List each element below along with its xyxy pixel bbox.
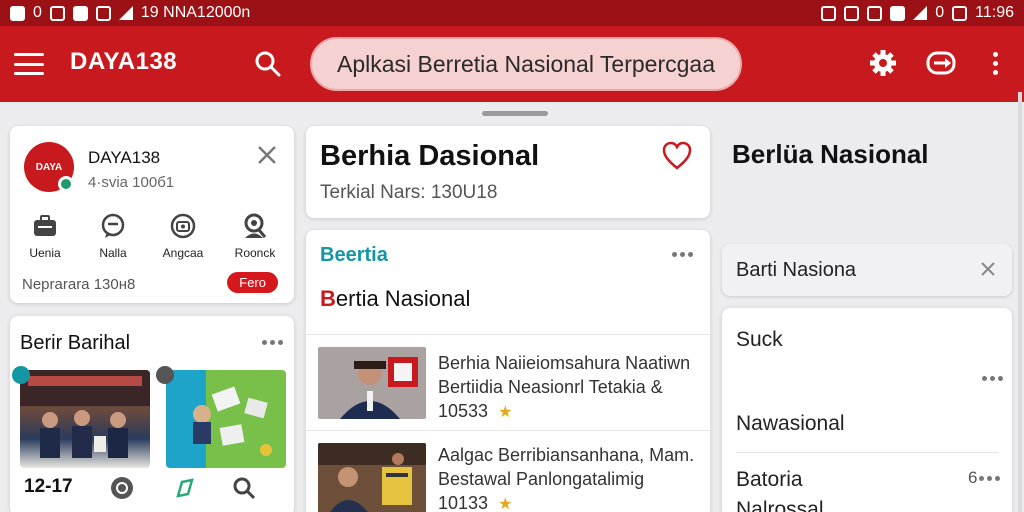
- section-title-initial: B: [320, 286, 336, 311]
- quick-action-uenia[interactable]: Uenia: [10, 212, 80, 260]
- quick-action-nalla[interactable]: Nalla: [78, 212, 148, 260]
- right-list-count[interactable]: 6: [968, 468, 1001, 488]
- right-list-item[interactable]: Nawasional: [736, 412, 845, 436]
- user-search-icon: [241, 212, 269, 240]
- vibrate-icon: [844, 5, 860, 21]
- quick-action-roonck[interactable]: Roonck: [220, 212, 290, 260]
- section-title-rest: ertia Nasional: [335, 286, 471, 311]
- news-meta-text: 10133: [438, 493, 489, 512]
- news-item[interactable]: Berhia Naiieiomsahura Naatiwn Bertiidia …: [306, 334, 710, 430]
- more-horizontal-icon[interactable]: [979, 475, 1001, 481]
- profile-name: DAYA138: [88, 148, 161, 167]
- item-count: 6: [968, 468, 978, 487]
- wifi-icon: [913, 6, 928, 20]
- section-label: Beertia: [320, 244, 388, 266]
- briefcase-icon: [31, 212, 59, 240]
- headline-subtitle: Terkial Nars: 130U18: [320, 182, 498, 203]
- menu-icon[interactable]: [14, 50, 44, 78]
- news-title-line-1: Aalgac Berribiansanhana, Mam.: [438, 445, 695, 465]
- close-icon[interactable]: [980, 261, 996, 282]
- quick-action-label: Angcaa: [162, 246, 204, 260]
- heart-icon[interactable]: [661, 140, 693, 172]
- profile-footer-text: Neprarara 130н8: [22, 276, 136, 293]
- quick-action-label: Nalla: [99, 246, 127, 260]
- drag-handle[interactable]: [482, 111, 548, 116]
- pen-icon[interactable]: [174, 476, 198, 500]
- app-title: DAYA138: [70, 48, 178, 75]
- star-icon[interactable]: ★: [498, 496, 512, 512]
- more-horizontal-icon[interactable]: [262, 340, 283, 345]
- headline-card[interactable]: Berhia Dasional Terkial Nars: 130U18: [306, 126, 710, 218]
- gallery-card-title: Berir Barihal: [20, 332, 131, 354]
- status-left: 0 19 NNA12000n: [10, 4, 250, 22]
- status-right-text: 0: [935, 4, 945, 21]
- quick-action-angcaa[interactable]: Angcaa: [148, 212, 218, 260]
- gallery-thumb-2[interactable]: [166, 370, 286, 468]
- photo-icon: [95, 5, 111, 21]
- more-horizontal-icon[interactable]: [672, 252, 693, 257]
- more-horizontal-icon[interactable]: [982, 376, 1003, 381]
- news-item[interactable]: Aalgac Berribiansanhana, Mam. Bestawal P…: [306, 430, 710, 512]
- right-list-item[interactable]: Suck: [736, 328, 783, 352]
- news-title-line-1: Berhia Naiieiomsahura Naatiwn: [438, 353, 691, 373]
- profile-badge-button[interactable]: Fero: [227, 272, 278, 293]
- filter-chip[interactable]: Barti Nasiona: [722, 244, 1012, 296]
- circle-icon[interactable]: [110, 476, 134, 500]
- profile-card: DAYA DAYA138 4·svia 100б1 Uenia Nalla An…: [10, 126, 294, 303]
- section-title: Bertia Nasional: [320, 286, 470, 312]
- message-icon: [72, 5, 88, 21]
- search-icon[interactable]: [232, 476, 256, 500]
- right-panel-title: Berlüa Nasional: [732, 139, 929, 169]
- search-icon[interactable]: [252, 48, 284, 80]
- gallery-thumb-1[interactable]: [20, 370, 150, 468]
- headline-title: Berhia Dasional: [320, 140, 540, 172]
- refresh-icon[interactable]: [924, 46, 958, 80]
- online-status-dot: [58, 176, 74, 192]
- status-bar: 0 19 NNA12000n 0 11:96: [0, 0, 1024, 26]
- right-list-card: Suck Nawasional Batoria 6 Nalrossal: [722, 308, 1012, 512]
- status-right: 0 11:96: [821, 4, 1014, 22]
- quick-action-label: Roonck: [234, 246, 276, 260]
- battery-icon: [952, 5, 968, 21]
- badge-dot-gray: [156, 366, 174, 384]
- filter-chip-label: Barti Nasiona: [736, 259, 857, 281]
- news-meta: 10533 ★: [438, 401, 512, 422]
- status-left-text: 0: [33, 4, 42, 21]
- signal-icon: [118, 6, 133, 20]
- gallery-label: 12-17: [24, 476, 73, 497]
- notification-icon: [10, 5, 25, 21]
- camera-icon: [169, 212, 197, 240]
- star-icon[interactable]: ★: [498, 404, 512, 421]
- data-icon: [890, 5, 906, 21]
- scrollbar[interactable]: [1018, 92, 1022, 512]
- badge-dot-teal: [12, 366, 30, 384]
- status-clock: 11:96: [975, 4, 1014, 21]
- quick-action-label: Uenia: [29, 246, 61, 260]
- divider: [736, 452, 998, 453]
- news-meta-text: 10533: [438, 401, 489, 421]
- gallery-card: Berir Barihal 12-17: [10, 316, 294, 512]
- more-vertical-icon[interactable]: [978, 46, 1012, 80]
- right-list-item[interactable]: Nalrossal: [736, 498, 824, 512]
- alarm-icon: [821, 5, 837, 21]
- news-title-line-2: Bertiidia Neasionrl Tetakia &: [438, 377, 663, 397]
- gear-icon[interactable]: [866, 46, 900, 80]
- news-title-line-2: Bestawal Panlongatalimig: [438, 469, 645, 489]
- right-list-item[interactable]: Batoria: [736, 468, 803, 492]
- profile-subtitle: 4·svia 100б1: [88, 174, 175, 191]
- chat-icon: [99, 212, 127, 240]
- news-meta: 10133 ★: [438, 493, 512, 512]
- app-bar: DAYA138 Aplkasi Berretia Nasional Terper…: [0, 26, 1024, 102]
- close-icon[interactable]: [256, 144, 278, 171]
- search-input[interactable]: Aplkasi Berretia Nasional Terpercgaa: [310, 37, 742, 91]
- news-card: Beertia Bertia Nasional Berhia Naiieioms…: [306, 230, 710, 512]
- status-time-text: 19 NNA12000n: [140, 4, 251, 21]
- gmail-icon: [49, 5, 65, 21]
- news-thumbnail: [318, 347, 426, 419]
- news-thumbnail: [318, 443, 426, 512]
- nfc-icon: [867, 5, 883, 21]
